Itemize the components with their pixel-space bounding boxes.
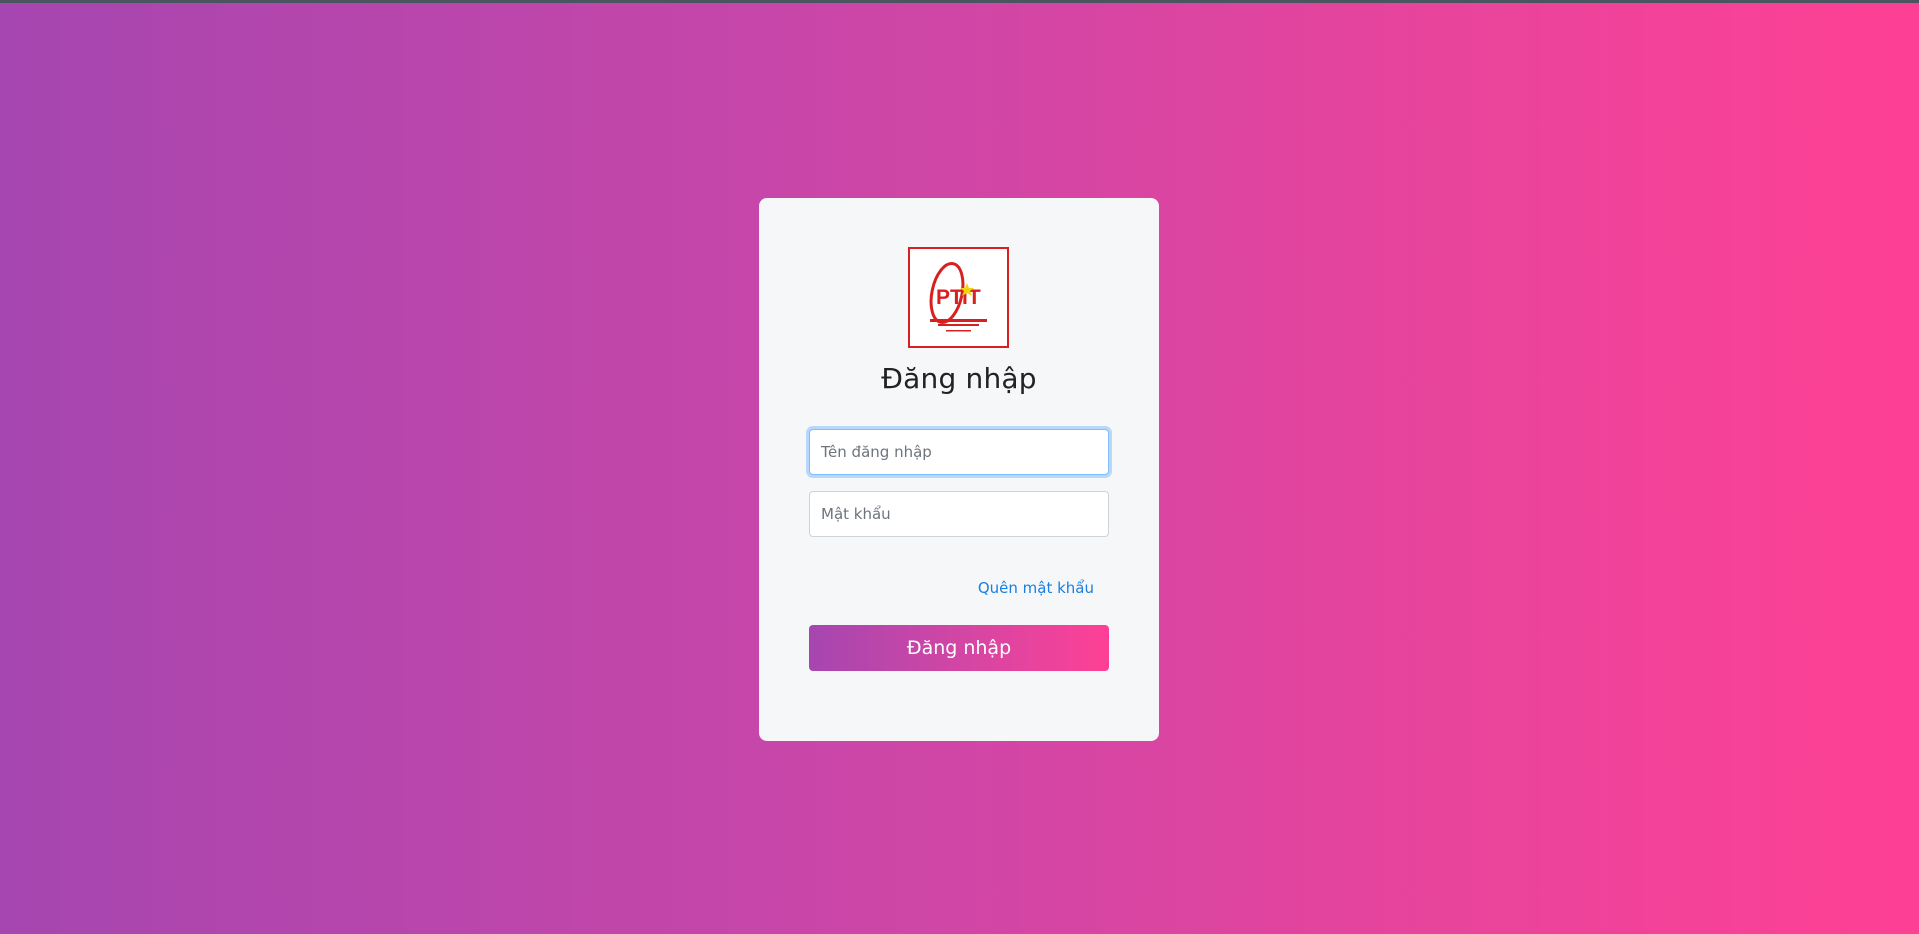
- ptit-logo: PT IT: [908, 247, 1009, 348]
- ptit-logo-graphic: PT IT: [929, 261, 987, 332]
- password-input[interactable]: [809, 491, 1109, 537]
- login-button[interactable]: Đăng nhập: [809, 625, 1109, 671]
- username-input[interactable]: [809, 429, 1109, 475]
- login-card: PT IT Đăng nhập Quên mật khẩu Đăng nhập: [759, 198, 1159, 741]
- svg-text:PT: PT: [936, 286, 963, 309]
- page-title: Đăng nhập: [881, 362, 1037, 395]
- window-top-border: [0, 0, 1919, 3]
- forgot-password-link[interactable]: Quên mật khẩu: [978, 579, 1094, 597]
